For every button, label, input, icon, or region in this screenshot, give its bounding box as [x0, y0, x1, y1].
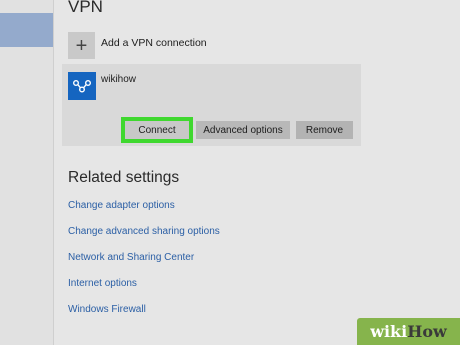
advanced-options-button[interactable]: Advanced options	[196, 121, 290, 139]
link-change-adapter-options[interactable]: Change adapter options	[68, 200, 175, 211]
link-windows-firewall[interactable]: Windows Firewall	[68, 304, 146, 315]
vpn-connection-card[interactable]: wikihow Connect Advanced options Remove	[62, 64, 361, 146]
plus-icon[interactable]: +	[68, 32, 95, 59]
sidebar-selected-item[interactable]	[0, 13, 53, 47]
wikihow-watermark: wiki How	[357, 318, 460, 345]
link-internet-options[interactable]: Internet options	[68, 278, 137, 289]
vpn-connection-name: wikihow	[101, 74, 137, 85]
add-vpn-label[interactable]: Add a VPN connection	[101, 37, 207, 49]
related-settings-heading: Related settings	[68, 169, 180, 186]
page-title: VPN	[68, 0, 103, 16]
vpn-network-icon	[68, 72, 96, 100]
connect-button[interactable]: Connect	[121, 117, 193, 143]
sidebar	[0, 0, 54, 345]
watermark-part-1: wiki	[370, 322, 408, 341]
link-change-advanced-sharing-options[interactable]: Change advanced sharing options	[68, 226, 220, 237]
remove-button[interactable]: Remove	[296, 121, 353, 139]
link-network-and-sharing-center[interactable]: Network and Sharing Center	[68, 252, 194, 263]
watermark-part-2: How	[407, 322, 447, 341]
